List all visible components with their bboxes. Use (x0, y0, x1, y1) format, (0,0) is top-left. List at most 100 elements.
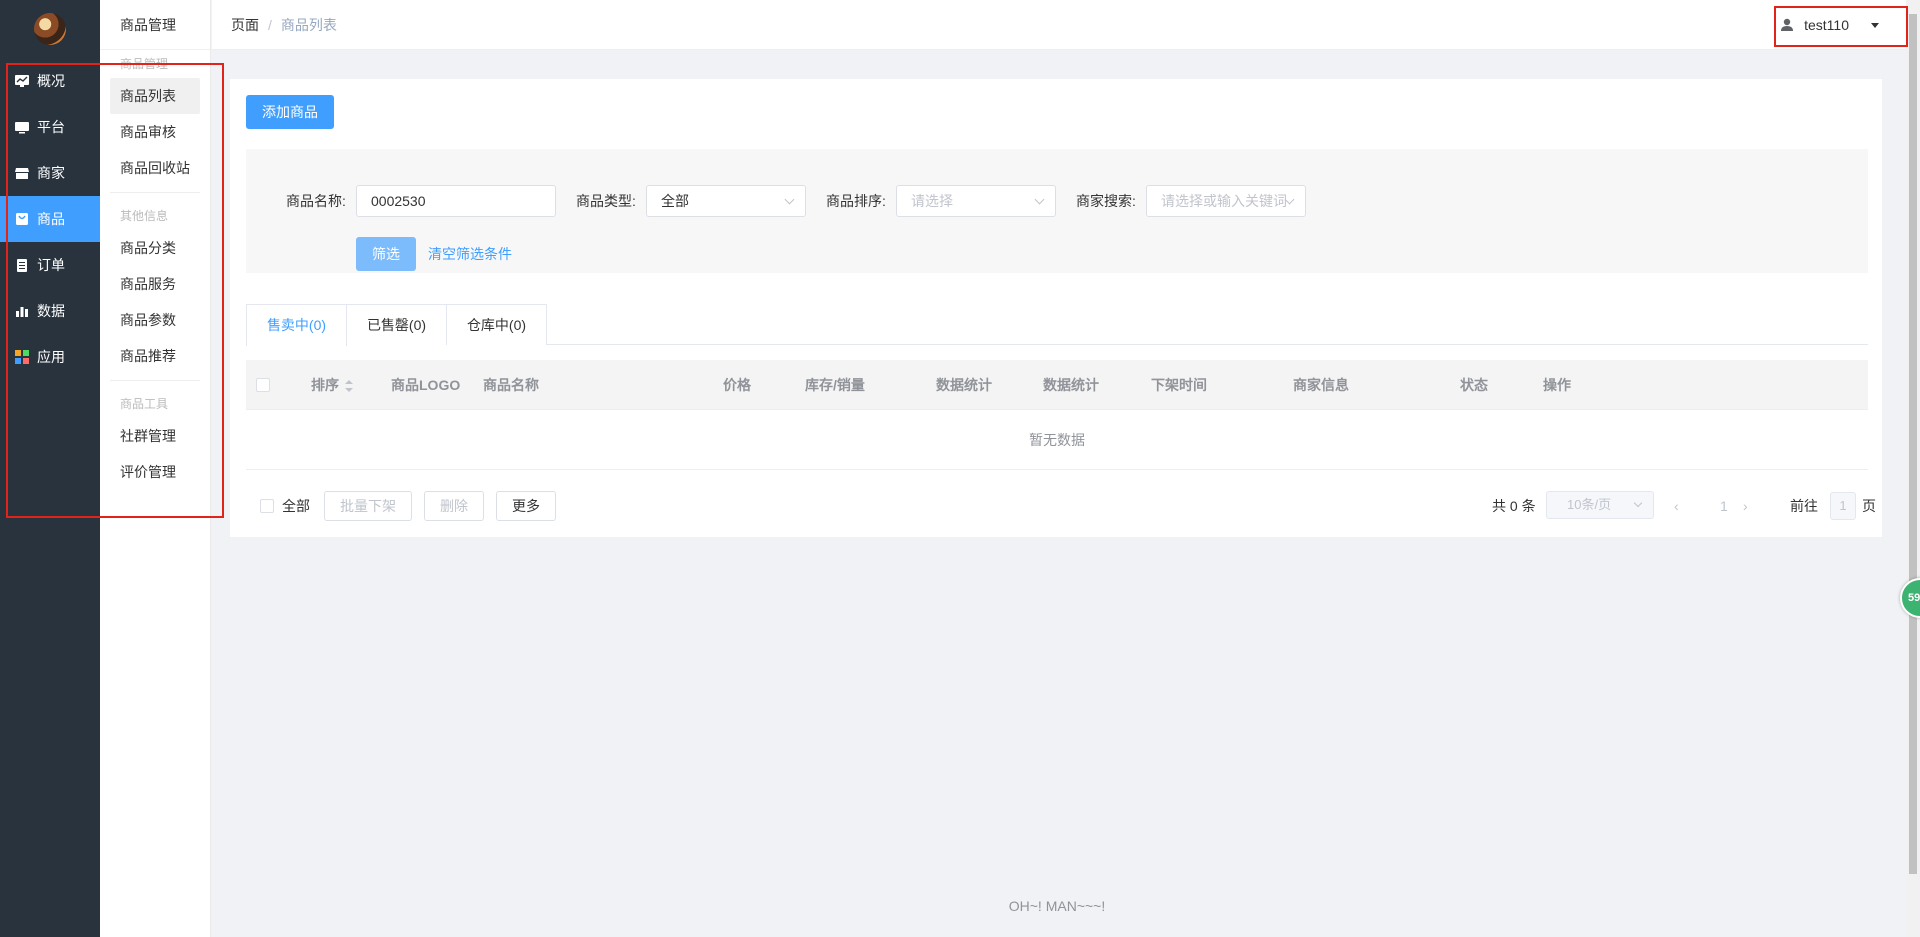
sort-icon[interactable] (345, 380, 353, 393)
user-icon (1780, 18, 1794, 32)
product-type-value: 全部 (661, 193, 689, 209)
bulk-select-checkbox[interactable] (260, 499, 274, 513)
col-stock-sales: 库存/销量 (805, 377, 865, 393)
filter-panel: 商品名称: 0002530 商品类型: 全部 商品排序: 请选择 商家搜索: 请… (246, 149, 1868, 273)
nav-label: 平台 (37, 119, 65, 135)
select-all-checkbox[interactable] (256, 378, 270, 392)
sub-item-recycle-bin[interactable]: 商品回收站 (110, 150, 200, 186)
store-icon (15, 166, 29, 180)
bulk-all-label: 全部 (282, 498, 310, 514)
col-status: 状态 (1460, 377, 1488, 393)
col-stats-1: 数据统计 (936, 377, 992, 393)
desktop-icon (15, 120, 29, 134)
bulk-more-button[interactable]: 更多 (496, 491, 556, 521)
tab-sold-out[interactable]: 已售罄(0) (346, 304, 447, 345)
main-sidebar: 概况 平台 商家 商品 订单 数据 应用 (0, 0, 100, 937)
col-stats-2: 数据统计 (1043, 377, 1099, 393)
sub-item-recommend[interactable]: 商品推荐 (110, 338, 200, 374)
apps-grid-icon (15, 350, 29, 364)
status-tabs: 售卖中(0) 已售罄(0) 仓库中(0) (246, 304, 1868, 346)
tab-in-warehouse[interactable]: 仓库中(0) (446, 304, 547, 345)
nav-item-overview[interactable]: 概况 (0, 58, 100, 104)
nav-item-platform[interactable]: 平台 (0, 104, 100, 150)
sub-item-product-list[interactable]: 商品列表 (110, 78, 200, 114)
goto-unit: 页 (1862, 498, 1876, 514)
product-type-label: 商品类型: (576, 193, 636, 209)
sub-sidebar-title: 商品管理 (100, 0, 210, 50)
product-sort-select[interactable]: 请选择 (896, 185, 1056, 217)
sub-group-label: 商品管理 (120, 57, 169, 71)
prev-page-button[interactable]: ‹ (1674, 491, 1679, 521)
next-page-button[interactable]: › (1743, 491, 1748, 521)
user-menu[interactable]: test110 (1780, 0, 1879, 50)
col-merchant-info: 商家信息 (1293, 377, 1349, 393)
product-name-label: 商品名称: (286, 193, 346, 209)
nav-label: 概况 (37, 73, 65, 89)
username: test110 (1804, 17, 1849, 33)
merchant-search-label: 商家搜索: (1076, 193, 1136, 209)
nav-label: 商家 (37, 165, 65, 181)
caret-down-icon (1871, 22, 1879, 28)
content-card: 添加商品 商品名称: 0002530 商品类型: 全部 商品排序: 请选择 商家… (230, 79, 1882, 537)
nav-label: 商品 (37, 211, 65, 227)
col-offline-time: 下架时间 (1151, 377, 1207, 393)
table-empty: 暂无数据 (246, 411, 1868, 470)
clipboard-icon (15, 258, 29, 272)
nav-label: 订单 (37, 257, 65, 273)
breadcrumb: 页面 / 商品列表 (231, 0, 337, 50)
col-actions: 操作 (1543, 377, 1571, 393)
sub-item-category[interactable]: 商品分类 (110, 230, 200, 266)
filter-button[interactable]: 筛选 (356, 237, 416, 271)
col-logo: 商品LOGO (391, 377, 461, 393)
shopping-bag-icon (15, 212, 29, 226)
pagination-total: 共 0 条 (1492, 498, 1536, 514)
chevron-down-icon (784, 194, 795, 205)
current-page[interactable]: 1 (1720, 491, 1728, 521)
bulk-delete-button[interactable]: 删除 (424, 491, 484, 521)
table-footer: 全部 批量下架 删除 更多 共 0 条 10条/页 ‹ 1 › 前往 1 页 (246, 491, 1876, 521)
nav-item-apps[interactable]: 应用 (0, 334, 100, 380)
clear-filter-link[interactable]: 清空筛选条件 (428, 237, 512, 271)
logo[interactable] (0, 0, 100, 58)
col-name: 商品名称 (483, 377, 539, 393)
product-sort-placeholder: 请选择 (911, 193, 953, 209)
sub-item-params[interactable]: 商品参数 (110, 302, 200, 338)
page-size-select[interactable]: 10条/页 (1546, 491, 1654, 519)
product-type-select[interactable]: 全部 (646, 185, 806, 217)
scrollbar-thumb[interactable] (1909, 14, 1917, 874)
nav-item-merchant[interactable]: 商家 (0, 150, 100, 196)
nav-item-data[interactable]: 数据 (0, 288, 100, 334)
breadcrumb-current: 商品列表 (280, 17, 337, 33)
chevron-down-icon (1034, 194, 1045, 205)
nav-item-product[interactable]: 商品 (0, 196, 100, 242)
floating-badge[interactable]: 59 (1900, 578, 1920, 618)
monitor-chart-icon (15, 74, 29, 88)
merchant-search-placeholder: 请选择或输入关键词 (1161, 193, 1287, 209)
breadcrumb-home[interactable]: 页面 (231, 17, 259, 33)
sub-item-reviews[interactable]: 评价管理 (110, 454, 200, 490)
page-size-value: 10条/页 (1567, 497, 1612, 512)
add-product-button[interactable]: 添加商品 (246, 95, 334, 129)
top-header: 页面 / 商品列表 test110 (212, 0, 1920, 50)
sub-item-product-review[interactable]: 商品审核 (110, 114, 200, 150)
merchant-search-select[interactable]: 请选择或输入关键词 (1146, 185, 1306, 217)
sub-group-label: 其他信息 (120, 209, 169, 223)
product-sort-label: 商品排序: (826, 193, 886, 209)
col-sort[interactable]: 排序 (311, 360, 353, 410)
bulk-offline-button[interactable]: 批量下架 (324, 491, 412, 521)
breadcrumb-separator: / (268, 17, 272, 33)
table-header: 排序 商品LOGO 商品名称 价格 库存/销量 数据统计 数据统计 下架时间 商… (246, 360, 1868, 410)
sub-item-service[interactable]: 商品服务 (110, 266, 200, 302)
nav-label: 数据 (37, 303, 65, 319)
sub-sidebar: 商品管理 商品管理 商品列表 商品审核 商品回收站 其他信息 商品分类 商品服务… (100, 0, 211, 937)
goto-page-input[interactable]: 1 (1830, 492, 1856, 520)
goto-label: 前往 (1790, 498, 1818, 514)
bar-chart-icon (15, 304, 29, 318)
sub-item-community[interactable]: 社群管理 (110, 418, 200, 454)
chevron-down-icon (1633, 498, 1643, 508)
nav-item-order[interactable]: 订单 (0, 242, 100, 288)
tab-on-sale[interactable]: 售卖中(0) (246, 304, 347, 346)
scrollbar[interactable] (1906, 0, 1920, 937)
page-footer: OH~! MAN~~~! (1008, 898, 1106, 914)
product-name-input[interactable]: 0002530 (356, 185, 556, 217)
